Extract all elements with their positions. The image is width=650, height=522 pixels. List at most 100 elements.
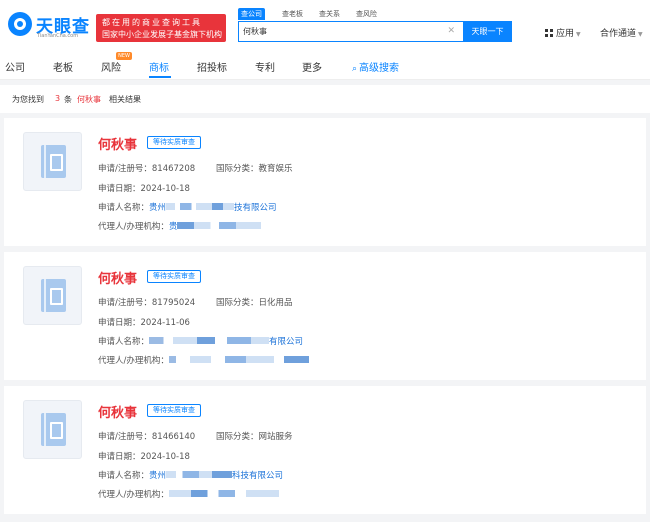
trademark-name[interactable]: 何秋事: [98, 268, 137, 287]
category-nav: 公司 老板 风险 NEW 商标 招投标 专利 更多 ⌕ 高级搜索: [0, 52, 650, 80]
trademark-image[interactable]: [23, 266, 82, 325]
promo-line2: 国家中小企业发展子基金旗下机构: [102, 30, 222, 39]
summary-keyword: 何秋事: [77, 95, 101, 104]
trademark-book-icon: [41, 145, 66, 178]
search-box: ✕: [238, 21, 464, 42]
trademark-name[interactable]: 何秋事: [98, 134, 137, 153]
reg-no-row: 申请/注册号：81795024: [98, 296, 195, 308]
tab-search-boss[interactable]: 查老板: [279, 8, 306, 20]
trademark-book-icon: [41, 279, 66, 312]
date-row: 申请日期：2024-11-06: [98, 316, 190, 328]
agent-row: 代理人/办理机构：: [98, 354, 309, 366]
applicant-suffix: 技有限公司: [234, 203, 277, 213]
applicant-link[interactable]: 贵州 技有限公司: [149, 203, 277, 213]
reg-no-value: 81795024: [151, 298, 196, 308]
tab-search-relation[interactable]: 查关系: [316, 8, 343, 20]
trademark-card[interactable]: 何秋事 等待实质审查 申请/注册号：81467208 国际分类：教育娱乐 申请日…: [4, 118, 646, 246]
agent-link[interactable]: 贵: [169, 222, 262, 232]
applicant-link[interactable]: 贵州 科技有限公司: [149, 471, 283, 481]
agent-label: 代理人/办理机构：: [98, 356, 169, 366]
search-button[interactable]: 天眼一下: [463, 21, 512, 42]
applicant-label: 申请人名称：: [98, 471, 150, 481]
apps-menu[interactable]: 应用 ▼: [545, 26, 581, 39]
applicant-label: 申请人名称：: [98, 203, 150, 213]
redacted-block: [166, 203, 213, 210]
applicant-label: 申请人名称：: [98, 337, 150, 347]
logo-eye-icon: [8, 12, 32, 36]
promo-line1: 都在用的商业查询工具: [102, 18, 202, 27]
chevron-down-icon: ▼: [576, 31, 581, 38]
trademark-card[interactable]: 何秋事 等待实质审查 申请/注册号：81795024 国际分类：日化用品 申请日…: [4, 252, 646, 380]
advanced-search-link[interactable]: ⌕ 高级搜索: [352, 59, 399, 74]
promo-banner[interactable]: 都在用的商业查询工具 国家中小企业发展子基金旗下机构: [96, 14, 226, 42]
redacted-block: [168, 490, 279, 497]
agent-visible: 贵: [168, 222, 178, 232]
reg-no-row: 申请/注册号：81466140: [98, 430, 195, 442]
nav-item-patent[interactable]: 专利: [255, 59, 275, 74]
chevron-down-icon: ▼: [638, 31, 643, 38]
agent-link[interactable]: [168, 356, 309, 366]
class-label: 国际分类：: [216, 432, 259, 442]
reg-no-label: 申请/注册号：: [98, 164, 152, 174]
trademark-image[interactable]: [23, 132, 82, 191]
summary-unit: 条: [64, 95, 72, 104]
agent-link[interactable]: [168, 490, 279, 500]
advanced-search-label: 高级搜索: [359, 63, 400, 74]
date-label: 申请日期：: [98, 318, 141, 328]
clear-icon[interactable]: ✕: [447, 26, 455, 36]
partner-label: 合作通道: [600, 29, 637, 39]
applicant-row: 申请人名称：贵州 技有限公司: [98, 201, 277, 213]
agent-label: 代理人/办理机构：: [98, 490, 169, 500]
class-row: 国际分类：网站服务: [216, 430, 293, 442]
date-row: 申请日期：2024-10-18: [98, 450, 190, 462]
applicant-link[interactable]: 有限公司: [149, 337, 303, 347]
class-value: 教育娱乐: [258, 164, 293, 174]
top-header: 天眼查 TianYanCha.com 都在用的商业查询工具 国家中小企业发展子基…: [0, 0, 650, 52]
reg-no-value: 81467208: [151, 164, 196, 174]
redacted-block: [149, 337, 270, 344]
search-input[interactable]: [243, 24, 439, 39]
partner-menu[interactable]: 合作通道 ▼: [600, 26, 643, 39]
applicant-visible: 贵州: [149, 471, 167, 481]
class-label: 国际分类：: [216, 164, 259, 174]
trademark-card[interactable]: 何秋事 等待实质审查 申请/注册号：81466140 国际分类：网站服务 申请日…: [4, 386, 646, 514]
date-label: 申请日期：: [98, 452, 141, 462]
status-badge: 等待实质审查: [147, 136, 201, 149]
nav-item-trademark[interactable]: 商标: [149, 59, 169, 74]
brand-domain: TianYanCha.com: [37, 33, 79, 39]
summary-count: 3: [55, 94, 61, 103]
class-value: 网站服务: [258, 432, 293, 442]
status-badge: 等待实质审查: [147, 404, 201, 417]
class-value: 日化用品: [258, 298, 293, 308]
applicant-visible: 贵州: [149, 203, 167, 213]
active-tab-underline: [149, 76, 171, 78]
tab-search-risk[interactable]: 查风险: [353, 8, 380, 20]
new-badge: NEW: [116, 52, 132, 60]
trademark-book-icon: [41, 413, 66, 446]
nav-item-bidding[interactable]: 招投标: [197, 59, 227, 74]
applicant-row: 申请人名称： 有限公司: [98, 335, 303, 347]
apps-label: 应用: [556, 29, 575, 39]
redacted-block: [177, 222, 262, 229]
applicant-row: 申请人名称：贵州 科技有限公司: [98, 469, 283, 481]
apps-grid-icon: [545, 29, 553, 37]
date-value: 2024-10-18: [140, 184, 190, 194]
nav-item-risk[interactable]: 风险: [101, 59, 121, 74]
date-label: 申请日期：: [98, 184, 141, 194]
tab-search-company[interactable]: 查公司: [238, 8, 265, 20]
trademark-name[interactable]: 何秋事: [98, 402, 137, 421]
date-row: 申请日期：2024-10-18: [98, 182, 190, 194]
nav-item-company[interactable]: 公司: [5, 59, 25, 74]
date-value: 2024-11-06: [140, 318, 190, 328]
nav-item-more[interactable]: 更多: [302, 59, 322, 74]
agent-row: 代理人/办理机构：贵: [98, 220, 262, 232]
summary-suffix: 相关结果: [109, 95, 141, 104]
brand-logo[interactable]: 天眼查 TianYanCha.com: [8, 12, 94, 42]
reg-no-label: 申请/注册号：: [98, 432, 152, 442]
redacted-block: [166, 471, 233, 478]
reg-no-label: 申请/注册号：: [98, 298, 152, 308]
trademark-image[interactable]: [23, 400, 82, 459]
nav-item-boss[interactable]: 老板: [53, 59, 73, 74]
date-value: 2024-10-18: [140, 452, 190, 462]
applicant-suffix: 有限公司: [269, 337, 304, 347]
